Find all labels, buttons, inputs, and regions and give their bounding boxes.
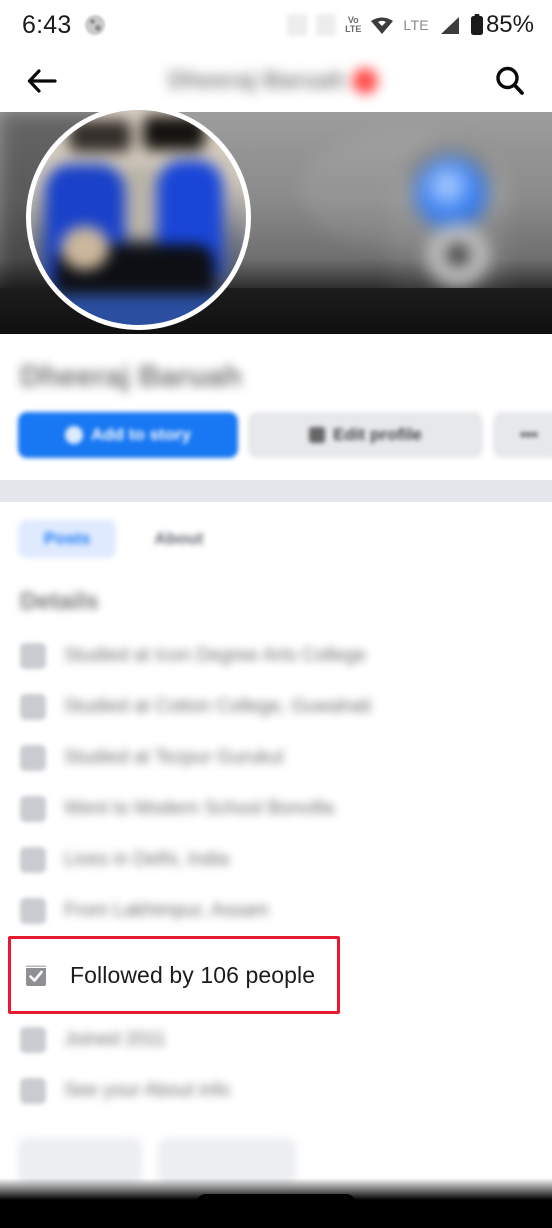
battery-icon	[470, 14, 484, 36]
detail-text-8: See your About info	[64, 1079, 230, 1101]
tab-about-label: About	[154, 529, 204, 548]
detail-row-3[interactable]: Went to Modern School Bonvilla	[0, 783, 552, 834]
detail-text-1: Studied at Cotton College, Guwahati	[64, 695, 372, 717]
back-arrow-icon	[27, 69, 57, 93]
info-icon	[20, 1077, 46, 1104]
avatar[interactable]	[26, 105, 251, 330]
detail-row-8[interactable]: See your About info	[0, 1065, 552, 1116]
volte-line-2: LTE	[345, 24, 362, 34]
graduation-cap-icon	[20, 744, 46, 771]
tab-posts-label: Posts	[44, 529, 91, 548]
details-list: Studied at Icon Degree Arts College Stud…	[0, 622, 552, 1116]
cover-knob	[425, 222, 491, 288]
app-bar-title: Dheeraj Baruah	[168, 67, 346, 94]
profile-action-buttons: Add to story Edit profile •••	[0, 394, 552, 458]
school-icon	[20, 795, 46, 822]
more-options-button[interactable]: •••	[493, 412, 552, 458]
detail-row-7[interactable]: Joined 2011	[0, 1014, 552, 1065]
detail-row-0[interactable]: Studied at Icon Degree Arts College	[0, 630, 552, 681]
battery-group: 85%	[470, 11, 534, 39]
detail-row-4[interactable]: Lives in Delhi, India	[0, 834, 552, 885]
signal-icon	[438, 15, 461, 35]
avatar-shape-1	[69, 120, 131, 152]
app-bar-title-wrap: Dheeraj Baruah	[0, 50, 552, 112]
status-bar: 6:43 Vo LTE LTE 85%	[0, 0, 552, 50]
section-divider	[0, 480, 552, 502]
volte-icon: Vo LTE	[345, 16, 361, 34]
location-pin-icon	[20, 846, 46, 873]
profile-name: Dheeraj Baruah	[20, 360, 242, 393]
search-icon	[496, 66, 524, 95]
battery-percent: 85%	[485, 11, 534, 38]
lte-label: LTE	[403, 17, 429, 33]
detail-text-7: Joined 2011	[64, 1028, 167, 1050]
plus-circle-icon	[64, 426, 83, 444]
cover-blue-light	[415, 157, 487, 229]
app-bar: Dheeraj Baruah	[0, 50, 552, 112]
flag-badge-icon	[351, 68, 378, 94]
graduation-cap-icon	[20, 642, 46, 669]
pencil-icon	[309, 427, 326, 443]
back-button[interactable]	[20, 59, 64, 103]
add-to-story-label: Add to story	[90, 425, 192, 444]
detail-text-0: Studied at Icon Degree Arts College	[64, 644, 367, 666]
bottom-chips	[0, 1116, 552, 1184]
profile-tabs: Posts About	[0, 502, 552, 572]
detail-text-2: Studied at Tezpur Gurukul	[64, 746, 284, 768]
avatar-shape-8	[31, 294, 246, 325]
detail-text-4: Lives in Delhi, India	[64, 848, 229, 870]
search-button[interactable]	[488, 59, 532, 103]
avatar-shape-2	[143, 116, 205, 150]
detail-row-2[interactable]: Studied at Tezpur Gurukul	[0, 732, 552, 783]
avatar-image	[31, 110, 246, 325]
followed-by-text: Followed by 106 people	[70, 961, 316, 988]
detail-text-5: From Lakhimpur, Assam	[64, 899, 269, 921]
tab-posts[interactable]: Posts	[18, 520, 117, 558]
status-bar-left: 6:43	[22, 10, 106, 40]
avatar-shape-3	[121, 166, 159, 236]
followed-check-icon	[20, 959, 52, 991]
edit-profile-button[interactable]: Edit profile	[248, 412, 483, 458]
detail-row-followed-by[interactable]: Followed by 106 people	[0, 936, 552, 1014]
clock-icon	[20, 1026, 46, 1053]
detail-text-3: Went to Modern School Bonvilla	[64, 797, 335, 819]
add-to-story-button[interactable]: Add to story	[18, 412, 238, 458]
detail-row-1[interactable]: Studied at Cotton College, Guwahati	[0, 681, 552, 732]
placeholder-icon-1	[287, 14, 308, 36]
tab-about[interactable]: About	[128, 520, 229, 558]
ellipsis-icon: •••	[520, 425, 538, 444]
avatar-shape-7	[61, 226, 109, 270]
status-clock: 6:43	[22, 10, 72, 39]
wifi-icon	[370, 15, 394, 35]
details-heading: Details	[20, 588, 99, 615]
graduation-cap-icon	[20, 693, 46, 720]
cast-icon	[85, 15, 106, 35]
detail-row-5[interactable]: From Lakhimpur, Assam	[0, 885, 552, 936]
placeholder-icon-2	[316, 14, 337, 36]
edit-profile-label: Edit profile	[333, 425, 422, 444]
system-nav-bar[interactable]	[0, 1200, 552, 1228]
home-icon	[20, 897, 46, 924]
status-bar-right: Vo LTE LTE 85%	[287, 11, 534, 39]
